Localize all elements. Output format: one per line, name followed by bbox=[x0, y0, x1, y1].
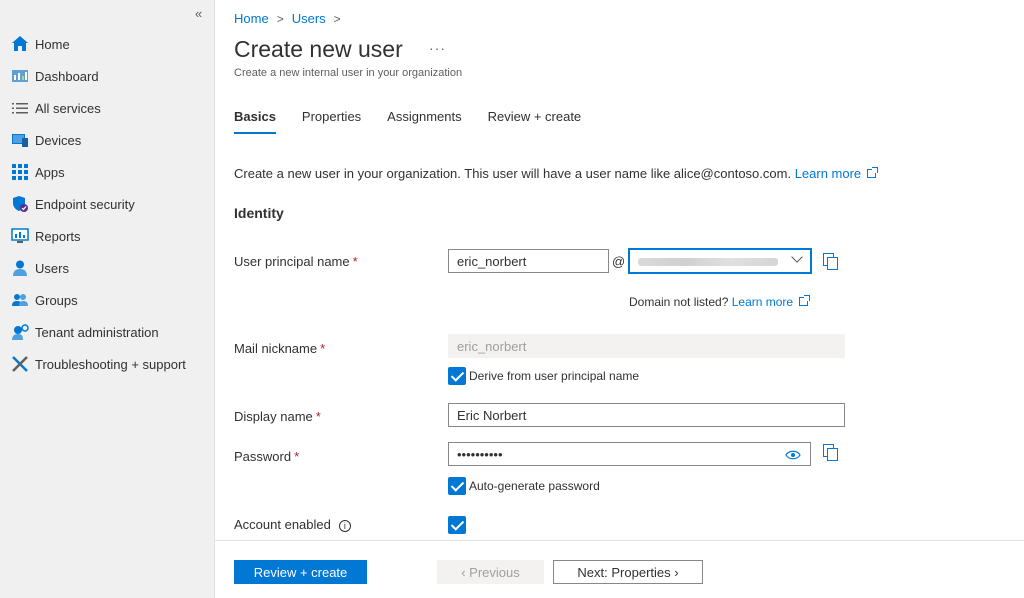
upn-label-text: User principal name bbox=[234, 254, 350, 269]
sidebar-item-label: Devices bbox=[35, 132, 82, 148]
password-input[interactable] bbox=[448, 442, 811, 466]
devices-icon bbox=[11, 131, 29, 149]
sidebar-nav: Home Dashboard All services Devices Apps bbox=[0, 28, 215, 380]
chevron-down-icon bbox=[791, 251, 803, 263]
footer-bar: Review + create ‹ Previous Next: Propert… bbox=[215, 540, 1024, 598]
list-icon bbox=[11, 99, 29, 117]
display-name-input[interactable] bbox=[448, 403, 845, 427]
breadcrumb-users[interactable]: Users bbox=[292, 11, 326, 26]
sidebar-item-label: Troubleshooting + support bbox=[35, 356, 186, 372]
sidebar-item-label: Home bbox=[35, 36, 70, 52]
sidebar-item-label: Tenant administration bbox=[35, 324, 159, 340]
password-label: Password * bbox=[234, 449, 299, 464]
domain-value-redacted bbox=[638, 258, 778, 266]
intro-text: Create a new user in your organization. … bbox=[234, 166, 879, 181]
tab-bar: Basics Properties Assignments Review + c… bbox=[234, 109, 607, 134]
sidebar-item-troubleshooting[interactable]: Troubleshooting + support bbox=[0, 348, 215, 380]
sidebar-item-label: Dashboard bbox=[35, 68, 99, 84]
sidebar-item-reports[interactable]: Reports bbox=[0, 220, 215, 252]
sidebar-item-dashboard[interactable]: Dashboard bbox=[0, 60, 215, 92]
mail-label-text: Mail nickname bbox=[234, 341, 318, 356]
page-title: Create new user bbox=[234, 36, 403, 62]
review-create-button[interactable]: Review + create bbox=[234, 560, 367, 584]
left-sidebar: « Home Dashboard All services Devices Ap… bbox=[0, 0, 215, 598]
sidebar-item-label: All services bbox=[35, 100, 101, 116]
collapse-sidebar-icon[interactable]: « bbox=[195, 6, 202, 21]
previous-button: ‹ Previous bbox=[437, 560, 544, 584]
auto-generate-checkbox[interactable] bbox=[448, 477, 466, 495]
main-content: Home > Users > Create new user ··· Creat… bbox=[215, 0, 1024, 598]
account-enabled-label: Account enabled i bbox=[234, 517, 351, 532]
mail-nickname-input bbox=[448, 334, 845, 358]
tab-properties[interactable]: Properties bbox=[302, 109, 361, 134]
required-marker: * bbox=[352, 254, 358, 269]
sidebar-item-endpoint-security[interactable]: Endpoint security bbox=[0, 188, 215, 220]
sidebar-item-label: Endpoint security bbox=[35, 196, 135, 212]
external-link-icon bbox=[867, 167, 879, 178]
shield-icon bbox=[11, 195, 29, 213]
more-options-icon[interactable]: ··· bbox=[429, 40, 446, 56]
tab-basics[interactable]: Basics bbox=[234, 109, 276, 134]
tab-review-create[interactable]: Review + create bbox=[488, 109, 582, 134]
mail-nickname-label: Mail nickname * bbox=[234, 341, 325, 356]
at-symbol: @ bbox=[612, 254, 626, 269]
groups-icon bbox=[11, 291, 29, 309]
reports-icon bbox=[11, 227, 29, 245]
sidebar-item-groups[interactable]: Groups bbox=[0, 284, 215, 316]
breadcrumb-separator: > bbox=[276, 11, 284, 26]
sidebar-item-label: Apps bbox=[35, 164, 65, 180]
user-icon bbox=[11, 259, 29, 277]
sidebar-item-home[interactable]: Home bbox=[0, 28, 215, 60]
info-icon[interactable]: i bbox=[338, 519, 351, 532]
sidebar-item-label: Users bbox=[35, 260, 69, 276]
account-enabled-checkbox[interactable] bbox=[448, 516, 466, 534]
sidebar-item-users[interactable]: Users bbox=[0, 252, 215, 284]
display-label-text: Display name bbox=[234, 409, 313, 424]
section-title-identity: Identity bbox=[234, 205, 284, 221]
breadcrumb-separator: > bbox=[333, 11, 341, 26]
breadcrumb-home[interactable]: Home bbox=[234, 11, 269, 26]
intro-message: Create a new user in your organization. … bbox=[234, 166, 792, 181]
derive-checkbox[interactable] bbox=[448, 367, 466, 385]
sidebar-item-tenant-administration[interactable]: Tenant administration bbox=[0, 316, 215, 348]
next-properties-button[interactable]: Next: Properties › bbox=[553, 560, 703, 584]
password-label-text: Password bbox=[234, 449, 292, 464]
breadcrumb: Home > Users > bbox=[234, 11, 349, 26]
display-name-label: Display name * bbox=[234, 409, 321, 424]
tenant-admin-icon bbox=[11, 323, 29, 341]
account-label-text: Account enabled bbox=[234, 517, 331, 532]
domain-note-text: Domain not listed? bbox=[629, 295, 729, 309]
copy-icon[interactable] bbox=[823, 253, 838, 270]
required-marker: * bbox=[320, 341, 326, 356]
copy-icon[interactable] bbox=[823, 444, 838, 461]
upn-input[interactable] bbox=[448, 249, 609, 273]
auto-generate-checkbox-label: Auto-generate password bbox=[469, 479, 600, 493]
required-marker: * bbox=[294, 449, 300, 464]
sidebar-item-label: Groups bbox=[35, 292, 78, 308]
home-icon bbox=[11, 35, 29, 53]
sidebar-item-all-services[interactable]: All services bbox=[0, 92, 215, 124]
page-subtitle: Create a new internal user in your organ… bbox=[234, 67, 463, 79]
domain-note: Domain not listed? Learn more bbox=[629, 295, 811, 309]
external-link-icon bbox=[799, 295, 811, 306]
tab-assignments[interactable]: Assignments bbox=[387, 109, 461, 134]
domain-learn-more-link[interactable]: Learn more bbox=[732, 295, 793, 309]
sidebar-item-devices[interactable]: Devices bbox=[0, 124, 215, 156]
wrench-icon bbox=[11, 355, 29, 373]
sidebar-item-label: Reports bbox=[35, 228, 81, 244]
eye-icon[interactable] bbox=[785, 450, 801, 460]
apps-icon bbox=[11, 163, 29, 181]
derive-checkbox-label: Derive from user principal name bbox=[469, 369, 640, 383]
sidebar-item-apps[interactable]: Apps bbox=[0, 156, 215, 188]
domain-select[interactable] bbox=[628, 248, 812, 274]
learn-more-link[interactable]: Learn more bbox=[795, 166, 861, 181]
upn-label: User principal name * bbox=[234, 254, 358, 269]
dashboard-icon bbox=[11, 67, 29, 85]
required-marker: * bbox=[315, 409, 321, 424]
